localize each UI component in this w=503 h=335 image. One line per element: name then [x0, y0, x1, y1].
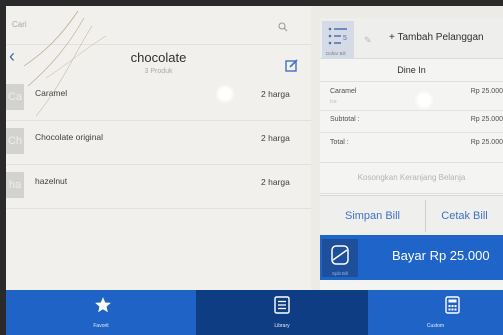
library-icon	[274, 296, 290, 314]
category-product-count: 3 Produk	[144, 68, 173, 75]
subtotal-label: Subtotal :	[330, 116, 360, 123]
svg-text:5: 5	[343, 35, 347, 42]
search-input[interactable]: Cari	[12, 20, 27, 29]
print-bill-button[interactable]: Cetak Bill	[426, 196, 503, 236]
cart-item-variant: Ice	[330, 99, 337, 105]
split-bill-button[interactable]: Split Bill	[322, 239, 358, 277]
save-bill-button[interactable]: Simpan Bill	[320, 196, 425, 236]
cart-item-row[interactable]: Caramel Rp 25.000 Ice	[320, 82, 503, 111]
total-value: Rp 25.000	[470, 139, 503, 146]
search-icon[interactable]	[278, 22, 288, 32]
tab-custom[interactable]: Custom	[368, 290, 503, 335]
edit-icon[interactable]	[285, 59, 298, 72]
bill-list-icon: 5	[328, 27, 347, 45]
pos-screen: Cari ‹ chocolate 3 Produk Ca Caramel 2 h…	[6, 6, 503, 335]
product-item-chocolate-original[interactable]: Ch Chocolate original 2 harga	[6, 120, 311, 165]
cart-item-price: Rp 25.000	[470, 88, 503, 95]
cart-item-name: Caramel	[330, 88, 357, 95]
product-thumbnail: ha	[6, 172, 24, 198]
product-name: hazelnut	[35, 176, 68, 186]
clear-cart-button[interactable]: Kosongkan Keranjang Belanja	[320, 162, 503, 194]
screen-glare	[215, 84, 235, 104]
calculator-icon	[445, 296, 460, 314]
tab-label: Custom	[426, 323, 445, 329]
bill-list-button[interactable]: 5 Daftar Bill	[322, 21, 354, 59]
total-row: Total : Rp 25.000	[320, 133, 503, 161]
product-price: 2 harga	[261, 133, 290, 143]
star-icon	[95, 297, 111, 313]
subtotal-row: Subtotal : Rp 25.000	[320, 110, 503, 133]
product-name: Chocolate original	[35, 132, 104, 142]
pay-bar: Split Bill Bayar Rp 25.000	[320, 235, 503, 280]
tag-icon: ✎	[364, 35, 372, 45]
product-name: Caramel	[35, 88, 68, 98]
tab-library[interactable]: Library	[196, 290, 368, 335]
split-bill-label: Split Bill	[332, 271, 349, 276]
product-panel: Cari ‹ chocolate 3 Produk Ca Caramel 2 h…	[6, 6, 311, 293]
order-type-selector[interactable]: Dine In	[320, 59, 503, 82]
pay-button[interactable]: Bayar Rp 25.000	[392, 248, 490, 263]
total-label: Total :	[330, 139, 349, 146]
screen-glare	[414, 90, 434, 110]
tab-favorit[interactable]: Favorit	[6, 290, 196, 335]
product-thumbnail: Ca	[6, 84, 24, 110]
product-price: 2 harga	[261, 89, 290, 99]
split-bill-icon	[331, 245, 349, 265]
search-bar[interactable]: Cari	[6, 6, 311, 45]
add-customer-button[interactable]: + Tambah Pelanggan	[389, 32, 484, 43]
bill-actions: Simpan Bill Cetak Bill	[320, 195, 503, 236]
subtotal-value: Rp 25.000	[470, 116, 503, 123]
product-item-hazelnut[interactable]: ha hazelnut 2 harga	[6, 164, 311, 209]
tab-label: Library	[274, 323, 290, 329]
bill-list-label: Daftar Bill	[326, 51, 346, 56]
bottom-nav: Favorit Library Custom	[6, 290, 503, 335]
product-price: 2 harga	[261, 177, 290, 187]
product-thumbnail: Ch	[6, 128, 24, 154]
cart-header: 5 Daftar Bill ✎ + Tambah Pelanggan	[320, 18, 503, 59]
category-title: chocolate	[130, 50, 187, 65]
product-item-caramel[interactable]: Ca Caramel 2 harga	[6, 76, 311, 121]
tab-label: Favorit	[93, 323, 109, 329]
